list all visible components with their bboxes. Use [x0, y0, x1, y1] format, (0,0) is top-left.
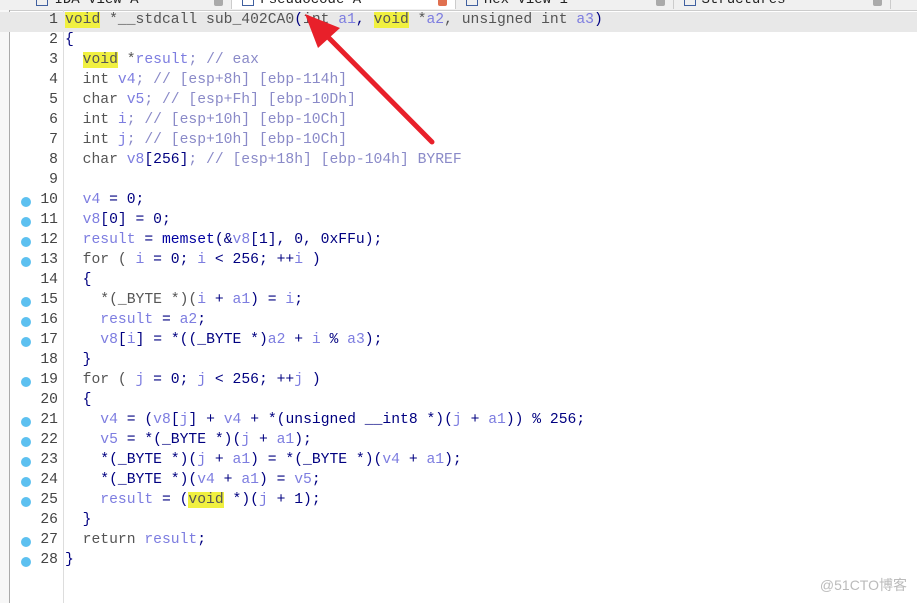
arrow-shaft [322, 31, 435, 145]
watermark: @51CTO博客 [819, 577, 907, 593]
red-arrow-annotation [305, 14, 435, 145]
